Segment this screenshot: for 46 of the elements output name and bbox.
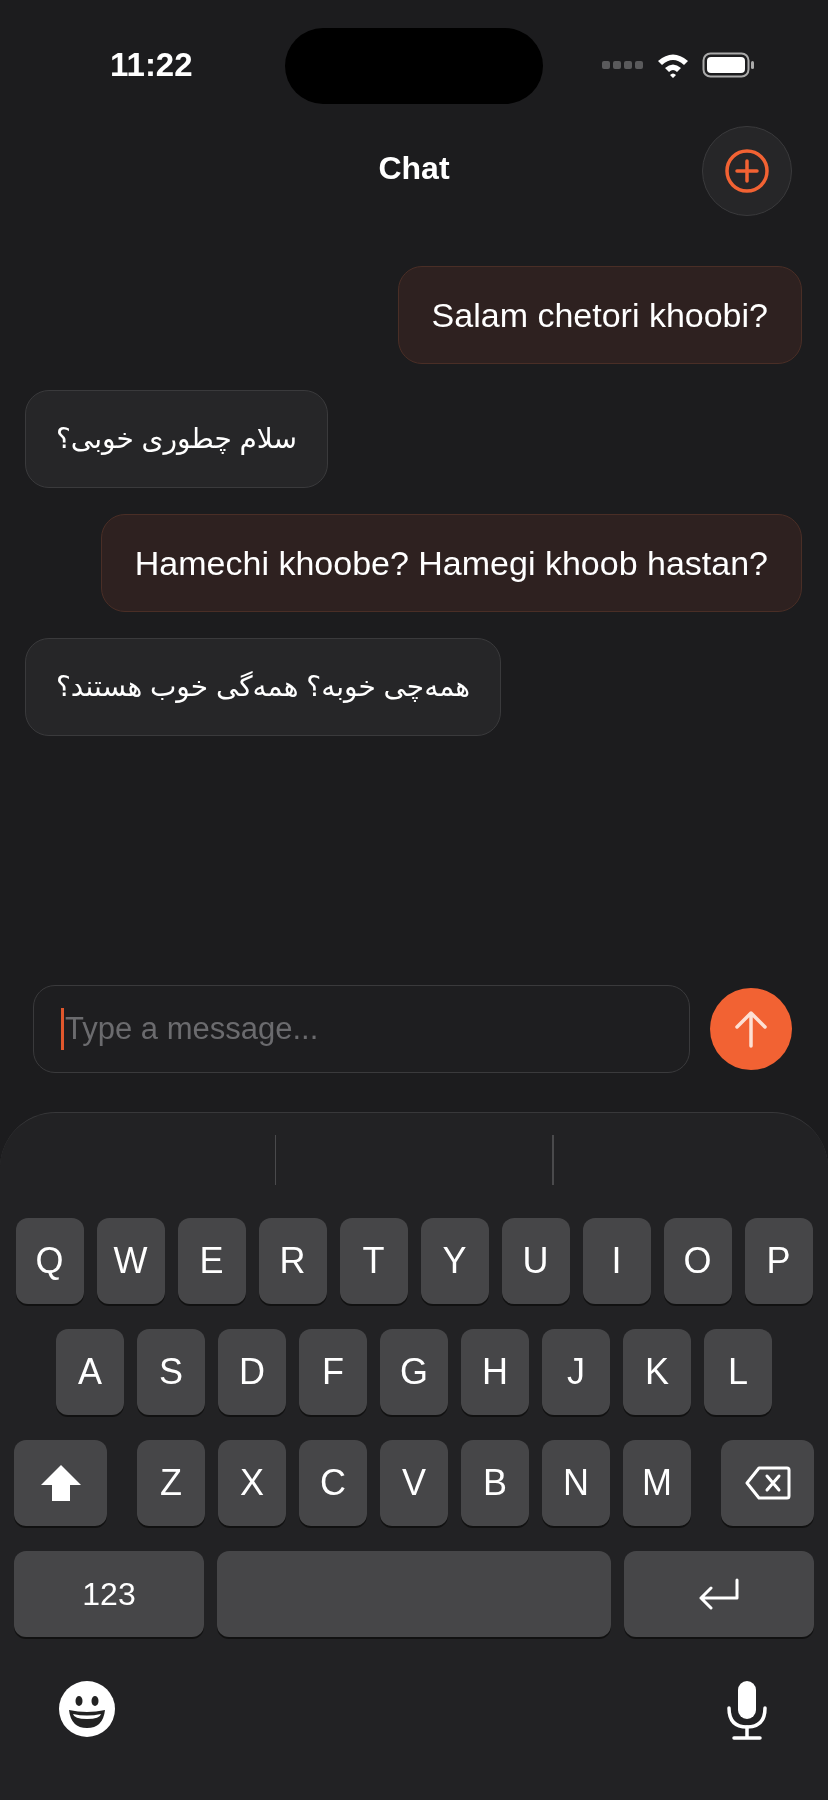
keyboard-key[interactable]: N [542,1440,610,1526]
keyboard-key[interactable]: F [299,1329,367,1415]
keyboard-key[interactable]: J [542,1329,610,1415]
status-time: 11:22 [110,46,193,84]
text-cursor [61,1008,64,1050]
plus-circle-icon [723,147,771,195]
keyboard-key[interactable]: Q [15,1218,84,1304]
keyboard-key[interactable]: U [501,1218,570,1304]
keyboard-key[interactable]: O [663,1218,732,1304]
keyboard-key[interactable]: V [380,1440,448,1526]
return-icon [697,1578,741,1610]
message-bubble: Salam chetori khoobi? [397,266,802,364]
keyboard-key[interactable]: Y [420,1218,489,1304]
shift-key[interactable] [14,1440,107,1526]
keyboard-key[interactable]: Z [137,1440,205,1526]
arrow-up-icon [734,1010,768,1048]
backspace-icon [744,1466,791,1500]
keyboard-key[interactable]: K [623,1329,691,1415]
keyboard-key[interactable]: B [461,1440,529,1526]
keyboard-key[interactable]: H [461,1329,529,1415]
message-input[interactable]: Type a message... [33,985,690,1073]
wifi-icon [656,52,690,78]
keyboard-key[interactable]: R [258,1218,327,1304]
keyboard-key[interactable]: X [218,1440,286,1526]
keyboard-key[interactable]: E [177,1218,246,1304]
message-bubble: Hamechi khoobe? Hamegi khoob hastan? [100,514,802,612]
keyboard-key[interactable]: G [380,1329,448,1415]
microphone-icon[interactable] [726,1680,768,1740]
signal-icon [602,61,644,69]
keyboard-key[interactable]: D [218,1329,286,1415]
keyboard-key[interactable]: W [96,1218,165,1304]
keyboard-key[interactable]: C [299,1440,367,1526]
keyboard-key[interactable]: M [623,1440,691,1526]
message-bubble: همه‌چی خوبه؟ همه‌گی خوب هستند؟ [25,638,502,736]
keyboard-key[interactable]: T [339,1218,408,1304]
screen-title: Chat [378,149,450,187]
keyboard-key[interactable]: I [582,1218,651,1304]
message-bubble: سلام چطوری خوبی؟ [25,390,328,488]
delete-key[interactable] [721,1440,814,1526]
emoji-icon[interactable] [58,1680,116,1738]
numbers-key[interactable]: 123 [14,1551,204,1637]
keyboard-key[interactable]: S [137,1329,205,1415]
keyboard-key[interactable]: L [704,1329,772,1415]
keyboard-key[interactable]: A [56,1329,124,1415]
battery-icon [702,52,756,78]
keyboard-key[interactable]: P [744,1218,813,1304]
